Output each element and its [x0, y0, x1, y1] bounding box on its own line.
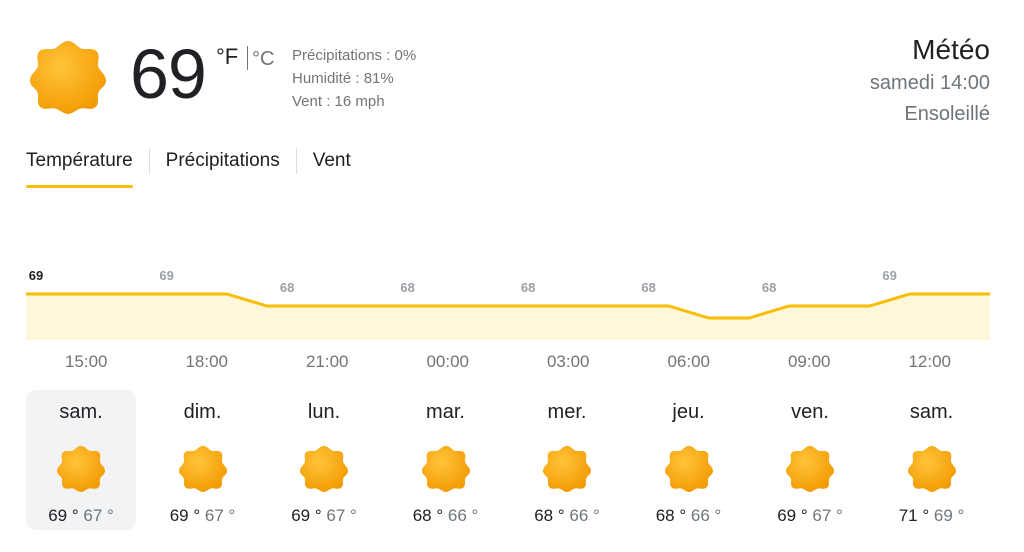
unit-fahrenheit[interactable]: °F	[216, 44, 238, 70]
low-temperature: 67 °	[204, 506, 236, 525]
sun-icon	[179, 444, 227, 492]
unit-divider	[247, 46, 248, 70]
day-name: mar.	[426, 401, 465, 423]
low-temperature: 67 °	[326, 506, 357, 525]
day-temperatures: 69 ° 67 °	[26, 506, 136, 526]
time-tick-label: 21:00	[305, 352, 349, 371]
daily-forecast: sam. 69 ° 67 ° dim. 69 ° 67 ° lun. 69 ° 67 ° m…	[26, 390, 990, 530]
unit-celsius[interactable]: °C	[252, 48, 274, 71]
time-tick-label: 06:00	[667, 352, 711, 371]
sun-icon	[543, 444, 591, 492]
current-temperature: 69	[130, 35, 207, 113]
wind-text: Vent : 16 mph	[292, 93, 385, 110]
time-tick-label: 18:00	[185, 352, 229, 371]
sun-icon	[422, 444, 470, 492]
chart-value-label: 68	[762, 280, 776, 295]
high-temperature: 69 °	[169, 506, 205, 525]
tab-temperature[interactable]: Température	[26, 148, 133, 188]
sun-icon	[908, 444, 956, 492]
day-forecast-item[interactable]: jeu. 68 ° 66 °	[634, 390, 744, 530]
tab-precipitation[interactable]: Précipitations	[166, 148, 280, 188]
high-temperature: 68 °	[534, 506, 570, 525]
day-forecast-item[interactable]: sam. 71 ° 69 °	[877, 390, 987, 530]
time-axis: 15:00 18:00 21:00 00:00 03:00 06:00 09:00 12:00	[26, 352, 990, 376]
sun-icon	[57, 444, 105, 492]
day-name: ven.	[791, 401, 829, 423]
time-tick-label: 15:00	[64, 352, 108, 371]
chart-value-label: 69	[159, 268, 173, 283]
high-temperature: 68 °	[655, 506, 691, 525]
day-forecast-item[interactable]: sam. 69 ° 67 °	[26, 390, 136, 530]
sun-icon	[300, 444, 348, 492]
tab-divider	[148, 148, 150, 174]
day-name: jeu.	[672, 401, 705, 423]
time-tick-label: 03:00	[546, 352, 590, 371]
day-temperatures: 69 ° 67 °	[148, 506, 258, 526]
day-temperatures: 69 ° 67 °	[755, 506, 865, 526]
chart-value-label: 68	[521, 280, 535, 295]
day-name: sam.	[59, 401, 103, 423]
high-temperature: 69 °	[777, 506, 813, 525]
low-temperature: 66 °	[690, 506, 722, 525]
day-temperatures: 68 ° 66 °	[391, 506, 501, 526]
temperature-chart: 69 69 68 68 68 68 68 69	[26, 268, 990, 340]
chart-value-label: 68	[641, 280, 655, 295]
day-temperatures: 69 ° 67 °	[269, 506, 379, 526]
day-forecast-item[interactable]: ven. 69 ° 67 °	[755, 390, 865, 530]
chart-value-label: 68	[280, 280, 294, 295]
low-temperature: 66 °	[447, 506, 479, 525]
weather-tabs: Température Précipitations Vent	[26, 148, 351, 188]
location-summary: Météo samedi 14:00 Ensoleillé	[870, 32, 990, 130]
day-temperatures: 68 ° 66 °	[634, 506, 744, 526]
sun-icon	[665, 444, 713, 492]
high-temperature: 69 °	[48, 506, 84, 525]
temperature-area	[26, 294, 990, 340]
time-tick-label: 09:00	[787, 352, 831, 371]
day-forecast-item[interactable]: mer. 68 ° 66 °	[512, 390, 622, 530]
tab-wind[interactable]: Vent	[313, 148, 351, 188]
day-forecast-item[interactable]: dim. 69 ° 67 °	[148, 390, 258, 530]
day-name: sam.	[909, 401, 954, 423]
chart-value-label: 68	[400, 280, 414, 295]
day-forecast-item[interactable]: lun. 69 ° 67 °	[269, 390, 379, 530]
time-tick-label: 00:00	[426, 352, 470, 371]
precipitation-text: Précipitations : 0%	[292, 47, 417, 64]
weather-details: Précipitations : 0% Humidité : 81% Vent …	[292, 44, 416, 113]
chart-value-label: 69	[882, 268, 896, 283]
low-temperature: 67 °	[812, 506, 843, 525]
low-temperature: 66 °	[569, 506, 600, 525]
time-tick-label: 12:00	[908, 352, 952, 371]
day-name: lun.	[307, 401, 341, 423]
tab-divider	[295, 148, 297, 174]
datetime-text: samedi 14:00	[869, 72, 990, 94]
day-name: mer.	[547, 401, 587, 423]
low-temperature: 67 °	[83, 506, 114, 525]
condition-text: Ensoleillé	[904, 103, 990, 125]
sun-icon	[786, 444, 834, 492]
chart-value-label: 69	[29, 268, 43, 283]
weather-title: Météo	[912, 34, 990, 65]
high-temperature: 68 °	[412, 506, 448, 525]
day-temperatures: 71 ° 69 °	[877, 506, 987, 526]
sun-icon	[30, 38, 106, 114]
high-temperature: 71 °	[898, 506, 934, 525]
high-temperature: 69 °	[291, 506, 327, 525]
low-temperature: 69 °	[933, 506, 965, 525]
day-name: dim.	[183, 401, 222, 423]
humidity-text: Humidité : 81%	[292, 70, 394, 87]
day-temperatures: 68 ° 66 °	[512, 506, 622, 526]
day-forecast-item[interactable]: mar. 68 ° 66 °	[391, 390, 501, 530]
